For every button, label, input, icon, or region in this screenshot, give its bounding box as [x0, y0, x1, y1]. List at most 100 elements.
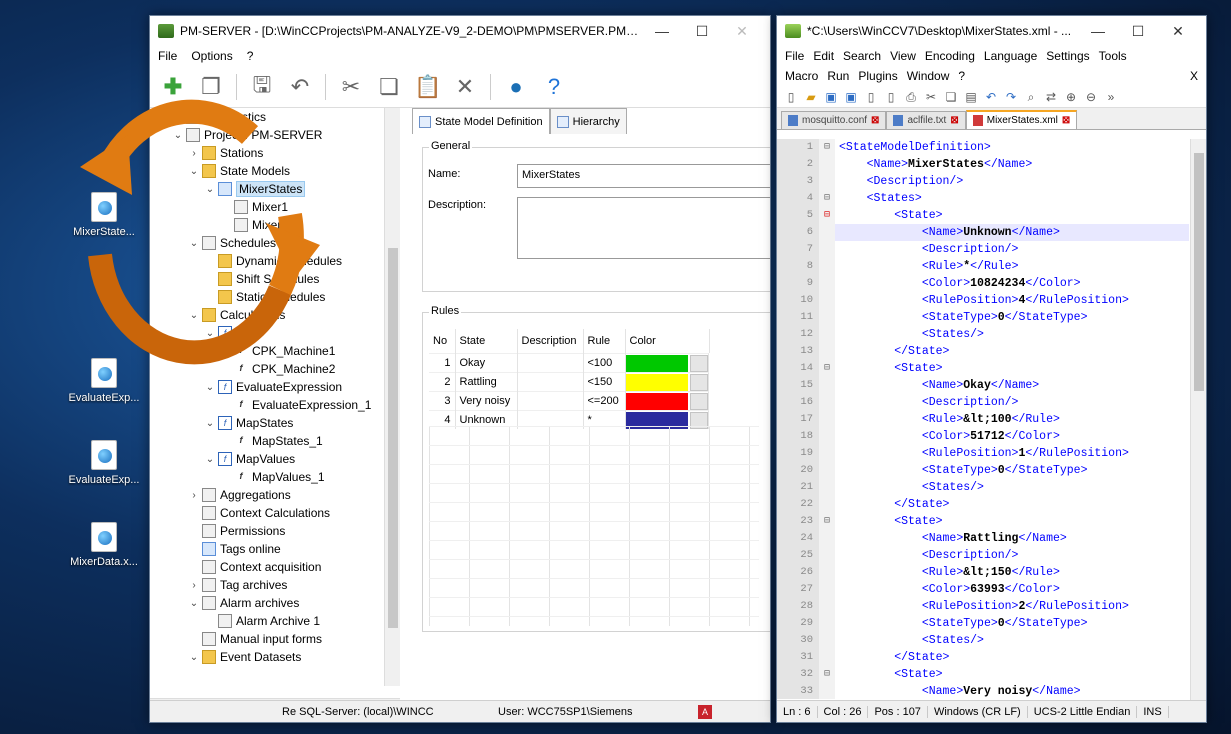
expand-chevron-icon[interactable]: ⌄ [188, 598, 200, 609]
status-eol[interactable]: Windows (CR LF) [928, 705, 1028, 718]
more-tools-icon[interactable]: » [1103, 89, 1119, 105]
tree-item-mixer1[interactable]: Mixer1 [150, 198, 399, 216]
code-line[interactable]: 8 <Rule>*</Rule> [777, 258, 1189, 275]
code-line[interactable]: 30 <States/> [777, 632, 1189, 649]
np-menu-tools[interactable]: Tools [1099, 49, 1127, 63]
paste-icon[interactable]: 📋 [414, 74, 441, 100]
np-menu-window[interactable]: Window [907, 69, 950, 83]
tree-item-permissions[interactable]: Permissions [150, 522, 399, 540]
menu-options[interactable]: Options [191, 49, 232, 63]
tree-item-proj[interactable]: ⌄ Project : PM-SERVER [150, 126, 399, 144]
code-line[interactable]: 22 </State> [777, 496, 1189, 513]
zoom-in-icon[interactable]: ⊕ [1063, 89, 1079, 105]
code-line[interactable]: 7 <Description/> [777, 241, 1189, 258]
copy-object-icon[interactable]: ❐ [198, 74, 224, 100]
col-description[interactable]: Description [517, 329, 584, 353]
tree-item-shift-schedules[interactable]: Shift Schedules [150, 270, 399, 288]
tree-item-mapstates-1[interactable]: f MapStates_1 [150, 432, 399, 450]
tree-item-cpk-machine1[interactable]: f CPK_Machine1 [150, 342, 399, 360]
new-file-icon[interactable]: ▯ [783, 89, 799, 105]
tab-hierarchy[interactable]: Hierarchy [549, 108, 627, 134]
redo-icon[interactable]: ↷ [1003, 89, 1019, 105]
np-menu-encoding[interactable]: Encoding [925, 49, 975, 63]
rules-row[interactable]: 1 Okay <100 [429, 352, 709, 372]
np-minimize-button[interactable]: — [1078, 23, 1118, 39]
tab-state-model-definition[interactable]: State Model Definition [412, 108, 550, 134]
expand-chevron-icon[interactable]: ⌄ [204, 328, 216, 339]
expand-chevron-icon[interactable]: ⌄ [204, 184, 216, 195]
code-editor[interactable]: 1 ⊟ <StateModelDefinition> 2 <Name>MixerSta… [777, 139, 1189, 699]
tree-item-alarm-archive-1[interactable]: Alarm Archive 1 [150, 612, 399, 630]
replace-icon[interactable]: ⇄ [1043, 89, 1059, 105]
editor-vertical-scrollbar[interactable] [1190, 139, 1206, 702]
rule-description[interactable] [517, 371, 584, 391]
col-color[interactable]: Color [625, 329, 710, 353]
code-line[interactable]: 16 <Description/> [777, 394, 1189, 411]
code-line[interactable]: 2 <Name>MixerStates</Name> [777, 156, 1189, 173]
code-line[interactable]: 23 ⊟ <State> [777, 513, 1189, 530]
expand-chevron-icon[interactable]: ⌄ [188, 652, 200, 663]
code-line[interactable]: 25 <Description/> [777, 547, 1189, 564]
code-line[interactable]: 20 <StateType>0</StateType> [777, 462, 1189, 479]
expand-chevron-icon[interactable]: ⌄ [188, 310, 200, 321]
np-maximize-button[interactable]: ☐ [1118, 23, 1158, 40]
tree-item-event-datasets[interactable]: ⌄ Event Datasets [150, 648, 399, 666]
rule-color-cell[interactable] [625, 391, 709, 410]
tree-item-static-schedules[interactable]: Static Schedules [150, 288, 399, 306]
scrollbar-thumb[interactable] [1194, 153, 1204, 391]
rule-state[interactable]: Okay [455, 352, 518, 372]
col-state[interactable]: State [455, 329, 518, 353]
code-line[interactable]: 14 ⊟ <State> [777, 360, 1189, 377]
np-menu-edit[interactable]: Edit [813, 49, 834, 63]
pdf-icon[interactable]: A [698, 704, 712, 719]
delete-icon[interactable]: ✕ [452, 74, 478, 100]
scrollbar-thumb[interactable] [388, 248, 398, 628]
cut-icon[interactable]: ✂ [923, 89, 939, 105]
expand-chevron-icon[interactable]: ⌄ [204, 454, 216, 465]
code-line[interactable]: 6 <Name>Unknown</Name> [777, 224, 1189, 241]
save-all-icon[interactable]: ▣ [843, 89, 859, 105]
tree-item-cpk-machine2[interactable]: f CPK_Machine2 [150, 360, 399, 378]
np-menu-view[interactable]: View [890, 49, 916, 63]
expand-chevron-icon[interactable]: ⌄ [188, 166, 200, 177]
tree-item-mapvalues[interactable]: ⌄ f MapValues [150, 450, 399, 468]
name-field[interactable]: MixerStates [517, 164, 770, 188]
desktop-icon-mixerstates[interactable]: MixerState... [66, 192, 142, 238]
color-picker-button[interactable] [689, 355, 708, 372]
expand-chevron-icon[interactable]: ⌄ [204, 382, 216, 393]
rule-expression[interactable]: <=200 [583, 390, 626, 410]
code-line[interactable]: 17 <Rule>&lt;100</Rule> [777, 411, 1189, 428]
np-menu-language[interactable]: Language [984, 49, 1037, 63]
fold-toggle-icon[interactable]: ⊟ [819, 666, 835, 683]
np-menu-plugins[interactable]: Plugins [858, 69, 897, 83]
np-doc-close[interactable]: X [1190, 69, 1198, 83]
code-line[interactable]: 27 <Color>63993</Color> [777, 581, 1189, 598]
desktop-icon-mixerdata[interactable]: MixerData.x... [66, 522, 142, 568]
close-file-icon[interactable]: ▯ [863, 89, 879, 105]
desktop-icon-evaluateexp-2[interactable]: EvaluateExp... [66, 440, 142, 486]
rule-color-cell[interactable] [625, 372, 709, 391]
expand-chevron-icon[interactable]: ⌄ [188, 238, 200, 249]
code-line[interactable]: 28 <RulePosition>2</RulePosition> [777, 598, 1189, 615]
rule-color-cell[interactable] [625, 353, 709, 372]
tab-close-icon[interactable]: ⊠ [871, 115, 879, 126]
tree-item-manual-input-forms[interactable]: Manual input forms [150, 630, 399, 648]
tree-item-stations[interactable]: › Stations [150, 144, 399, 162]
color-picker-button[interactable] [689, 393, 708, 410]
code-line[interactable]: 31 </State> [777, 649, 1189, 666]
find-icon[interactable]: ⌕ [1023, 89, 1039, 105]
np-menu-help[interactable]: ? [958, 69, 965, 83]
code-line[interactable]: 18 <Color>51712</Color> [777, 428, 1189, 445]
description-field[interactable] [517, 197, 770, 259]
tree-item-evaluateexpression[interactable]: ⌄ f EvaluateExpression [150, 378, 399, 396]
code-line[interactable]: 32 ⊟ <State> [777, 666, 1189, 683]
menu-file[interactable]: File [158, 49, 177, 63]
np-tab-mixerstates[interactable]: MixerStates.xml ⊠ [965, 110, 1078, 129]
np-menu-settings[interactable]: Settings [1046, 49, 1089, 63]
code-line[interactable]: 4 ⊟ <States> [777, 190, 1189, 207]
open-file-icon[interactable]: ▰ [803, 89, 819, 105]
fold-toggle-icon[interactable]: ⊟ [819, 360, 835, 377]
code-line[interactable]: 11 <StateType>0</StateType> [777, 309, 1189, 326]
np-close-button[interactable]: ✕ [1158, 23, 1198, 40]
code-line[interactable]: 15 <Name>Okay</Name> [777, 377, 1189, 394]
